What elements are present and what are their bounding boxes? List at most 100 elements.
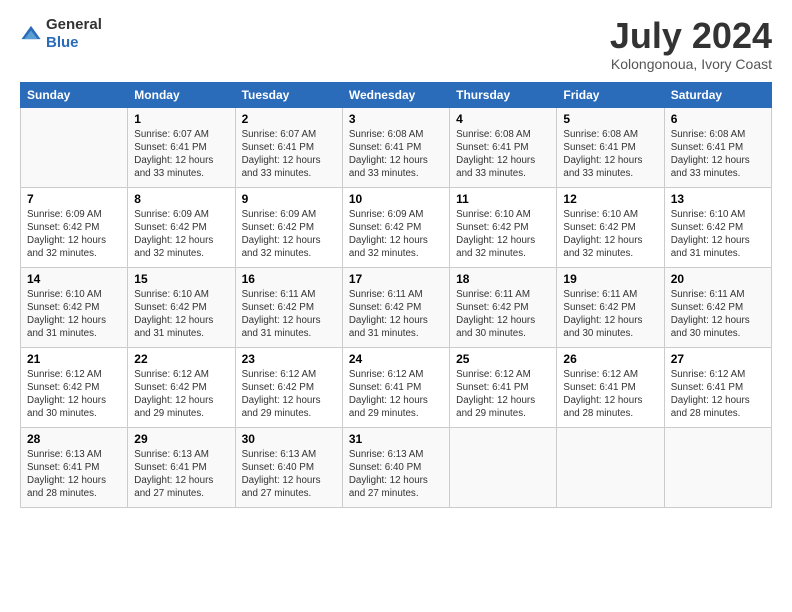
col-thursday: Thursday (450, 82, 557, 107)
col-friday: Friday (557, 82, 664, 107)
day-number: 21 (27, 352, 121, 366)
cell-info: Sunrise: 6:12 AMSunset: 6:41 PMDaylight:… (671, 369, 750, 420)
calendar-cell: 26Sunrise: 6:12 AMSunset: 6:41 PMDayligh… (557, 347, 664, 427)
calendar-cell: 5 Sunrise: 6:08 AMSunset: 6:41 PMDaylight… (557, 107, 664, 187)
day-number: 6 (671, 112, 765, 126)
calendar-cell: 22 Sunrise: 6:12 AMSunset: 6:42 PMDayligh… (128, 347, 235, 427)
cell-info: Sunrise: 6:11 AMSunset: 6:42 PMDaylight:… (671, 289, 750, 340)
cell-info: Sunrise: 6:13 AMSunset: 6:41 PMDaylight:… (27, 449, 106, 500)
header-row: Sunday Monday Tuesday Wednesday Thursday… (21, 82, 772, 107)
calendar-cell: 9 Sunrise: 6:09 AMSunset: 6:42 PMDaylight… (235, 187, 342, 267)
day-number: 2 (242, 112, 336, 126)
cell-info: Sunrise: 6:10 AMSunset: 6:42 PMDaylight:… (456, 209, 535, 260)
calendar-cell (21, 107, 128, 187)
calendar-cell (450, 427, 557, 507)
col-wednesday: Wednesday (342, 82, 449, 107)
cell-info: Sunrise: 6:07 AMSunset: 6:41 PMDaylight:… (134, 129, 213, 180)
calendar-cell: 2 Sunrise: 6:07 AMSunset: 6:41 PMDaylight… (235, 107, 342, 187)
calendar-cell: 14Sunrise: 6:10 AMSunset: 6:42 PMDayligh… (21, 267, 128, 347)
day-number: 27 (671, 352, 765, 366)
day-number: 12 (563, 192, 657, 206)
cell-info: Sunrise: 6:12 AMSunset: 6:42 PMDaylight:… (242, 369, 321, 420)
calendar-cell: 24 Sunrise: 6:12 AMSunset: 6:41 PMDayligh… (342, 347, 449, 427)
week-row-3: 14 Sunrise: 6:10 AMSunset: 6:42 PMDayligh… (21, 267, 772, 347)
logo-blue: Blue (46, 34, 79, 51)
day-number: 18 (456, 272, 550, 286)
logo: General Blue (20, 16, 102, 52)
week-row-4: 21 Sunrise: 6:12 AMSunset: 6:42 PMDayligh… (21, 347, 772, 427)
day-number: 19 (563, 272, 657, 286)
day-number: 26 (563, 352, 657, 366)
cell-info: Sunrise: 6:08 AMSunset: 6:41 PMDaylight:… (456, 129, 535, 180)
col-monday: Monday (128, 82, 235, 107)
day-number: 3 (349, 112, 443, 126)
day-number: 29 (134, 432, 228, 446)
page: General Blue July 2024 Kolongonoua, Ivor… (0, 0, 792, 612)
logo-general: General (46, 16, 102, 33)
day-number: 30 (242, 432, 336, 446)
day-number: 20 (671, 272, 765, 286)
calendar-cell (557, 427, 664, 507)
calendar-cell: 4Sunrise: 6:08 AMSunset: 6:41 PMDaylight… (450, 107, 557, 187)
cell-info: Sunrise: 6:09 AMSunset: 6:42 PMDaylight:… (134, 209, 213, 260)
week-row-2: 7 Sunrise: 6:09 AMSunset: 6:42 PMDaylight… (21, 187, 772, 267)
calendar-cell: 31 Sunrise: 6:13 AMSunset: 6:40 PMDayligh… (342, 427, 449, 507)
calendar-cell: 23Sunrise: 6:12 AMSunset: 6:42 PMDayligh… (235, 347, 342, 427)
cell-info: Sunrise: 6:08 AMSunset: 6:41 PMDaylight:… (349, 129, 428, 180)
calendar-cell: 28Sunrise: 6:13 AMSunset: 6:41 PMDayligh… (21, 427, 128, 507)
calendar-cell: 30 Sunrise: 6:13 AMSunset: 6:40 PMDayligh… (235, 427, 342, 507)
day-number: 11 (456, 192, 550, 206)
cell-info: Sunrise: 6:09 AMSunset: 6:42 PMDaylight:… (242, 209, 321, 260)
cell-info: Sunrise: 6:11 AMSunset: 6:42 PMDaylight:… (456, 289, 535, 340)
calendar-cell: 21Sunrise: 6:12 AMSunset: 6:42 PMDayligh… (21, 347, 128, 427)
week-row-5: 28Sunrise: 6:13 AMSunset: 6:41 PMDayligh… (21, 427, 772, 507)
day-number: 25 (456, 352, 550, 366)
calendar-cell: 16 Sunrise: 6:11 AMSunset: 6:42 PMDayligh… (235, 267, 342, 347)
cell-info: Sunrise: 6:08 AMSunset: 6:41 PMDaylight:… (563, 129, 642, 180)
calendar-cell: 15Sunrise: 6:10 AMSunset: 6:42 PMDayligh… (128, 267, 235, 347)
calendar-cell: 13 Sunrise: 6:10 AMSunset: 6:42 PMDayligh… (664, 187, 771, 267)
calendar-cell: 6 Sunrise: 6:08 AMSunset: 6:41 PMDaylight… (664, 107, 771, 187)
cell-info: Sunrise: 6:13 AMSunset: 6:40 PMDaylight:… (349, 449, 428, 500)
calendar-cell: 10Sunrise: 6:09 AMSunset: 6:42 PMDayligh… (342, 187, 449, 267)
day-number: 24 (349, 352, 443, 366)
calendar-cell: 29Sunrise: 6:13 AMSunset: 6:41 PMDayligh… (128, 427, 235, 507)
day-number: 17 (349, 272, 443, 286)
day-number: 14 (27, 272, 121, 286)
cell-info: Sunrise: 6:07 AMSunset: 6:41 PMDaylight:… (242, 129, 321, 180)
logo-icon (20, 23, 42, 45)
cell-info: Sunrise: 6:12 AMSunset: 6:41 PMDaylight:… (456, 369, 535, 420)
day-number: 13 (671, 192, 765, 206)
calendar-table: Sunday Monday Tuesday Wednesday Thursday… (20, 82, 772, 508)
day-number: 10 (349, 192, 443, 206)
col-tuesday: Tuesday (235, 82, 342, 107)
calendar-cell: 19Sunrise: 6:11 AMSunset: 6:42 PMDayligh… (557, 267, 664, 347)
calendar-cell: 18 Sunrise: 6:11 AMSunset: 6:42 PMDayligh… (450, 267, 557, 347)
main-title: July 2024 (610, 16, 772, 56)
cell-info: Sunrise: 6:10 AMSunset: 6:42 PMDaylight:… (134, 289, 213, 340)
day-number: 5 (563, 112, 657, 126)
cell-info: Sunrise: 6:13 AMSunset: 6:40 PMDaylight:… (242, 449, 321, 500)
calendar-cell: 7Sunrise: 6:09 AMSunset: 6:42 PMDaylight… (21, 187, 128, 267)
cell-info: Sunrise: 6:12 AMSunset: 6:41 PMDaylight:… (349, 369, 428, 420)
cell-info: Sunrise: 6:12 AMSunset: 6:42 PMDaylight:… (134, 369, 213, 420)
subtitle: Kolongonoua, Ivory Coast (610, 56, 772, 72)
day-number: 31 (349, 432, 443, 446)
header: General Blue July 2024 Kolongonoua, Ivor… (20, 16, 772, 72)
col-sunday: Sunday (21, 82, 128, 107)
calendar-cell: 27 Sunrise: 6:12 AMSunset: 6:41 PMDayligh… (664, 347, 771, 427)
title-block: July 2024 Kolongonoua, Ivory Coast (610, 16, 772, 72)
day-number: 9 (242, 192, 336, 206)
calendar-cell (664, 427, 771, 507)
week-row-1: 1 Sunrise: 6:07 AMSunset: 6:41 PMDaylight… (21, 107, 772, 187)
cell-info: Sunrise: 6:08 AMSunset: 6:41 PMDaylight:… (671, 129, 750, 180)
calendar-cell: 11 Sunrise: 6:10 AMSunset: 6:42 PMDayligh… (450, 187, 557, 267)
day-number: 7 (27, 192, 121, 206)
day-number: 1 (134, 112, 228, 126)
cell-info: Sunrise: 6:11 AMSunset: 6:42 PMDaylight:… (242, 289, 321, 340)
cell-info: Sunrise: 6:10 AMSunset: 6:42 PMDaylight:… (671, 209, 750, 260)
cell-info: Sunrise: 6:11 AMSunset: 6:42 PMDaylight:… (349, 289, 428, 340)
calendar-cell: 25 Sunrise: 6:12 AMSunset: 6:41 PMDayligh… (450, 347, 557, 427)
day-number: 22 (134, 352, 228, 366)
day-number: 16 (242, 272, 336, 286)
